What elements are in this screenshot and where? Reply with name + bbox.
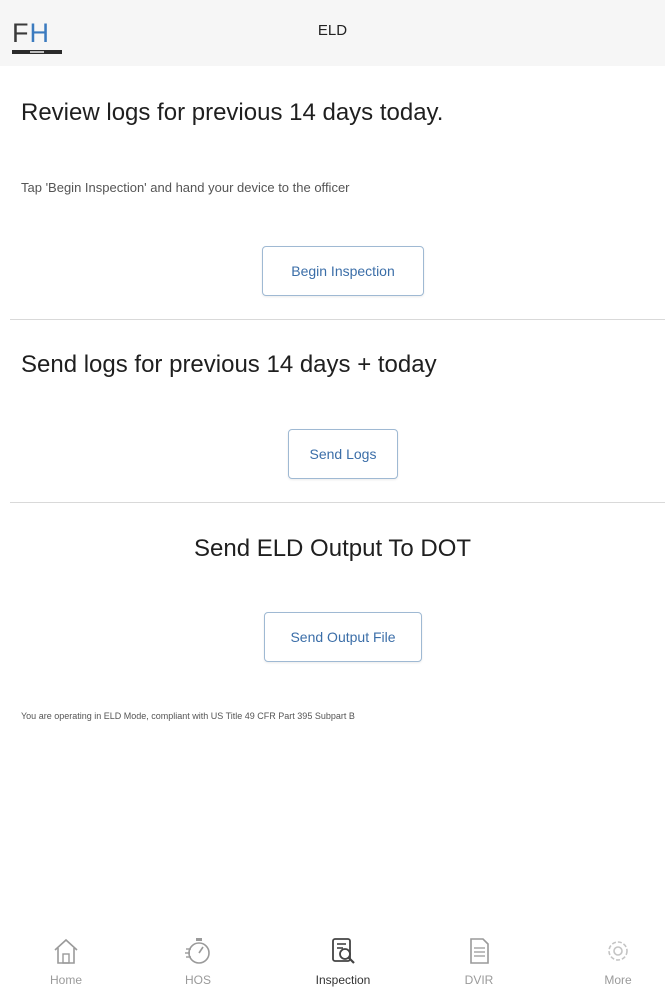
document-icon: [470, 938, 489, 964]
send-logs-button[interactable]: Send Logs: [288, 429, 398, 479]
app-title: ELD: [317, 22, 348, 39]
nav-more-label: More: [604, 973, 632, 987]
gear-icon: [608, 941, 628, 961]
nav-hos[interactable]: HOS: [143, 920, 253, 990]
nav-dvir-label: DVIR: [464, 973, 494, 987]
nav-hos-label: HOS: [184, 973, 211, 987]
nav-more[interactable]: More: [563, 920, 665, 990]
nav-home[interactable]: Home: [11, 920, 121, 990]
review-heading: Review logs for previous 14 days today.: [21, 99, 444, 126]
divider: [10, 319, 665, 320]
nav-inspection[interactable]: Inspection: [288, 920, 398, 990]
nav-inspection-label: Inspection: [315, 973, 371, 987]
bottom-nav: Home HOS Inspection DVIR More: [0, 920, 665, 990]
nav-home-label: Home: [49, 973, 82, 987]
nav-dvir[interactable]: DVIR: [424, 920, 534, 990]
stopwatch-icon: [185, 938, 210, 964]
compliance-notice: You are operating in ELD Mode, compliant…: [21, 711, 355, 721]
begin-inspection-button[interactable]: Begin Inspection: [262, 246, 424, 296]
send-logs-heading: Send logs for previous 14 days + today: [21, 351, 437, 378]
send-output-heading: Send ELD Output To DOT: [193, 535, 472, 562]
review-instruction: Tap 'Begin Inspection' and hand your dev…: [21, 180, 350, 195]
send-output-file-button[interactable]: Send Output File: [264, 612, 422, 662]
home-icon: [54, 938, 78, 964]
divider: [10, 502, 665, 503]
top-bar: FH ELD: [0, 0, 665, 66]
inspection-icon: [332, 938, 355, 964]
